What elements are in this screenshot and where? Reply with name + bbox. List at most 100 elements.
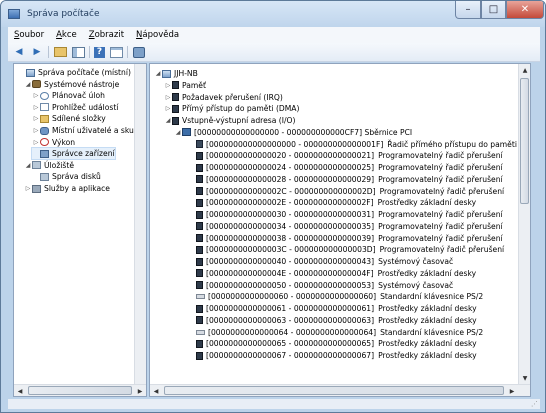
tree-item[interactable]: [0000000000000065 - 0000000000000065] Pro… [196, 338, 477, 349]
forward-icon[interactable]: ▶ [30, 46, 44, 59]
menu-item[interactable]: Nápověda [130, 30, 185, 40]
collapse-arrow-icon[interactable]: ◢ [154, 68, 162, 79]
expand-arrow-icon[interactable]: ◢ [24, 79, 32, 90]
menu-item[interactable]: Akce [50, 30, 83, 40]
tree-item[interactable]: ▷ Místní uživatelé a skupiny [32, 125, 146, 136]
tree-item[interactable]: [0000000000000028 - 0000000000000029] Pro… [196, 174, 503, 185]
tree-item[interactable]: [0000000000000061 - 0000000000000061] Pro… [196, 303, 477, 314]
tree-item[interactable]: [000000000000002E - 000000000000002F] Pro… [196, 197, 476, 208]
tree-item[interactable]: ▷ Plánovač úloh [32, 90, 105, 101]
expand-arrow-icon[interactable]: ▷ [32, 90, 40, 101]
tree-item[interactable]: ▷ Požadavek přerušení (IRQ) [164, 92, 283, 103]
resize-grip-icon[interactable]: ⋰ [531, 400, 538, 408]
maximize-button[interactable]: □ [481, 1, 506, 19]
scroll-left-arrow[interactable]: ◀ [150, 385, 162, 396]
io-range: [0000000000000034 - 0000000000000035] [206, 221, 375, 231]
device-name: Prostředky základní desky [377, 198, 477, 208]
expand-arrow-icon[interactable]: ▷ [32, 137, 40, 148]
status-bar: ⋰ [8, 399, 540, 409]
close-button[interactable]: ✕ [506, 1, 544, 19]
back-icon[interactable]: ◀ [12, 46, 26, 59]
tree-item[interactable]: [0000000000000067 - 0000000000000067] Pro… [196, 350, 477, 361]
device-chip-icon [196, 245, 203, 254]
device-name: Řadič přímého přístupu do paměti (DMA) [387, 139, 531, 149]
expand-arrow-icon[interactable]: ▷ [24, 183, 32, 194]
tree-item[interactable]: ▷ Výkon [32, 137, 75, 148]
tree-item[interactable]: [0000000000000030 - 0000000000000031] Pro… [196, 209, 503, 220]
device-name: Systémový časovač [378, 257, 454, 266]
tree-item[interactable]: [0000000000000038 - 0000000000000039] Pro… [196, 233, 503, 244]
menu-item[interactable]: Soubor [8, 30, 50, 40]
tree-item[interactable]: [0000000000000063 - 0000000000000063] Pro… [196, 315, 477, 326]
right-vscroll-thumb[interactable] [520, 78, 529, 204]
tree-item[interactable]: [0000000000000020 - 0000000000000021] Pro… [196, 150, 503, 161]
tree-item[interactable]: ◢ Systémové nástroje [24, 79, 120, 90]
tree-item[interactable]: [0000000000000034 - 0000000000000035] Pro… [196, 221, 503, 232]
toolbar: ◀ ▶ ? [8, 43, 540, 62]
tree-item[interactable]: [0000000000000024 - 0000000000000025] Pro… [196, 162, 503, 173]
right-vertical-scrollbar[interactable]: ▲ ▼ [518, 64, 530, 384]
tree-item[interactable]: ◢ Vstupně-výstupní adresa (I/O) [164, 115, 296, 126]
expand-arrow-icon[interactable]: ◢ [164, 115, 172, 126]
title-bar[interactable]: Správa počítače – □ ✕ [1, 1, 545, 27]
collapse-arrow-icon[interactable]: ◢ [174, 127, 182, 138]
device-name: Programovatelný řadič přerušení [379, 245, 505, 255]
device-manager-icon [40, 149, 49, 158]
expand-arrow-icon[interactable]: ▷ [164, 103, 172, 114]
tree-item[interactable]: [000000000000003C - 000000000000003D] Pro… [196, 244, 504, 255]
show-hide-tree-icon[interactable] [71, 46, 85, 59]
tree-item[interactable]: [0000000000000050 - 0000000000000053] Sys… [196, 280, 453, 291]
expand-arrow-icon[interactable]: ▷ [164, 80, 172, 91]
users-icon [40, 126, 49, 135]
scroll-right-arrow[interactable]: ▶ [506, 385, 518, 396]
right-horizontal-scrollbar[interactable]: ◀ ▶ [150, 384, 530, 396]
tree-item[interactable]: ▷ Paměť [164, 80, 206, 91]
scan-hardware-icon[interactable] [132, 46, 146, 59]
tree-root[interactable]: ◢ JJH-NB [154, 68, 198, 79]
category-label: Paměť [182, 80, 206, 90]
tools-icon [32, 80, 41, 89]
io-range: [000000000000004E - 000000000000004F] [206, 268, 374, 278]
help-icon[interactable]: ? [94, 46, 105, 58]
tree-item[interactable]: [000000000000004E - 000000000000004F] Pro… [196, 268, 476, 279]
toolbar-separator [48, 46, 49, 58]
scroll-right-arrow[interactable]: ▶ [134, 385, 146, 396]
tree-item[interactable]: [000000000000002C - 000000000000002D] Pro… [196, 186, 504, 197]
left-hscroll-thumb[interactable] [28, 386, 132, 395]
device-name: Programovatelný řadič přerušení [378, 210, 503, 219]
tree-item[interactable]: Správa počítače (místní) [18, 67, 131, 78]
category-label: Vstupně-výstupní adresa (I/O) [182, 116, 296, 125]
tree-item-label: Plánovač úloh [52, 91, 105, 101]
scroll-up-arrow[interactable]: ▲ [519, 64, 530, 76]
menu-item[interactable]: Zobrazit [83, 30, 130, 40]
tree-item[interactable]: Správce zařízení [31, 147, 116, 161]
device-name: Systémový časovač [378, 280, 454, 290]
properties-icon[interactable] [109, 46, 123, 59]
up-folder-icon[interactable] [53, 46, 67, 59]
left-vertical-scrollbar[interactable] [134, 64, 146, 384]
tree-item[interactable]: ◢ Úložiště [24, 160, 74, 171]
tree-item[interactable]: ▷ Přímý přístup do paměti (DMA) [164, 103, 300, 114]
tree-item[interactable]: [000000000000000000 - 000000000000001F] Ř… [196, 139, 531, 150]
minimize-button[interactable]: – [455, 1, 481, 19]
tree-item[interactable]: ▷ Služby a aplikace [24, 183, 110, 194]
expand-arrow-icon[interactable]: ▷ [32, 113, 40, 124]
tree-item[interactable]: [0000000000000060 - 0000000000000060] Sta… [196, 291, 483, 302]
expand-arrow-icon[interactable]: ▷ [164, 92, 172, 103]
left-horizontal-scrollbar[interactable]: ◀ ▶ [14, 384, 146, 396]
tree-item[interactable]: ◢ [00000000000000000 - 000000000000CF7] S… [174, 127, 412, 138]
expand-arrow-icon[interactable]: ◢ [24, 160, 32, 171]
expand-arrow-icon[interactable]: ▷ [32, 125, 40, 136]
tree-item[interactable]: ▷ Prohlížeč událostí [32, 102, 119, 113]
tree-item[interactable]: Správa disků [32, 171, 101, 182]
tree-item[interactable]: ▷ Sdílené složky [32, 113, 106, 124]
right-hscroll-thumb[interactable] [164, 386, 504, 395]
menu-item-label: ápověda [142, 30, 180, 40]
tree-item[interactable]: [0000000000000064 - 0000000000000064] Sta… [196, 327, 483, 338]
scroll-left-arrow[interactable]: ◀ [14, 385, 26, 396]
scroll-down-arrow[interactable]: ▼ [519, 372, 530, 384]
tree-item[interactable]: [0000000000000040 - 0000000000000043] Sys… [196, 256, 453, 267]
expand-arrow-icon[interactable]: ▷ [32, 102, 40, 113]
device-chip-icon [196, 257, 203, 266]
device-chip-icon [196, 198, 203, 207]
